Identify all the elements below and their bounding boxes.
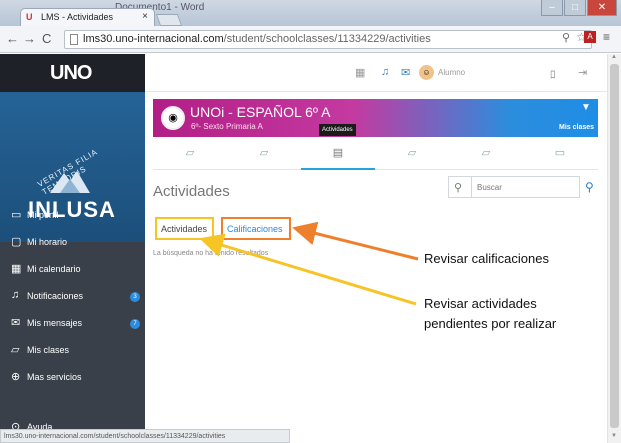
annotation-arrows	[199, 221, 419, 306]
grades-arrow	[292, 221, 419, 261]
annotation-activities-line1: Revisar actividades	[424, 296, 537, 311]
annotation-grades: Revisar calificaciones	[424, 251, 549, 266]
annotation-activities-line2: pendientes por realizar	[424, 316, 557, 331]
